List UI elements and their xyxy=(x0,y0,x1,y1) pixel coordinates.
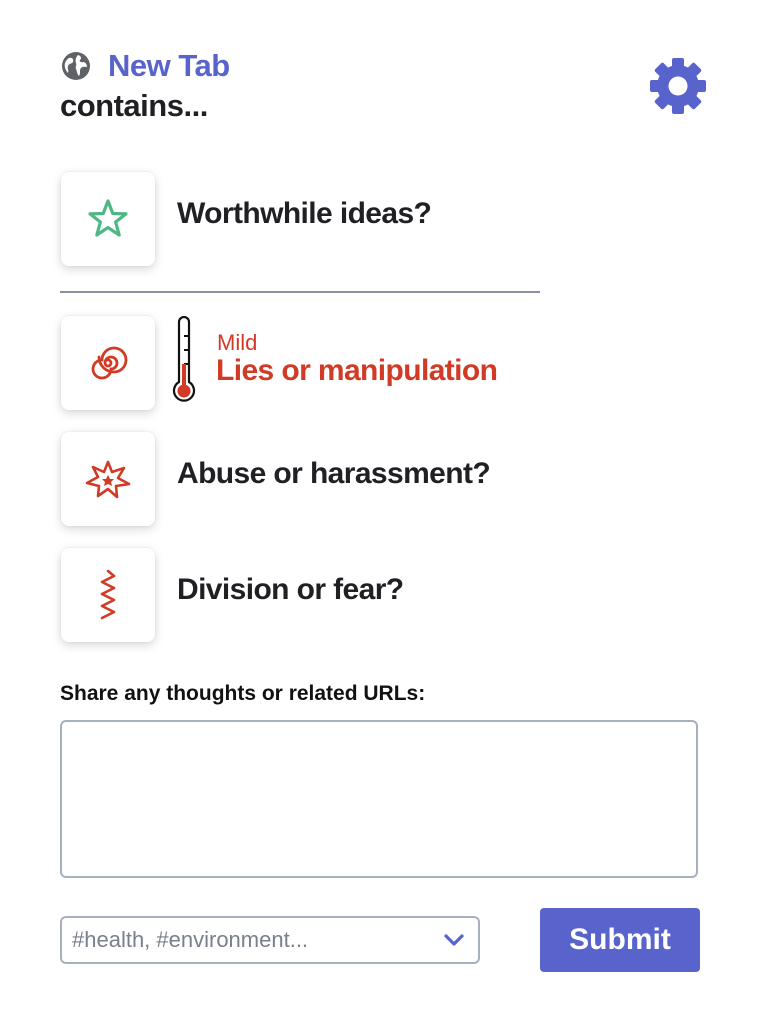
spiral-icon xyxy=(91,346,128,380)
share-label: Share any thoughts or related URLs: xyxy=(60,682,426,705)
chevron-down-icon xyxy=(444,934,464,946)
gear-icon[interactable] xyxy=(648,56,708,116)
lies-label: Lies or manipulation xyxy=(216,354,498,387)
worthwhile-toggle[interactable] xyxy=(61,172,155,266)
tags-select[interactable]: #health, #environment... xyxy=(60,916,480,964)
site-row: New Tab xyxy=(60,48,230,84)
globe-icon xyxy=(62,52,90,80)
tab-title: New Tab xyxy=(108,48,230,83)
abuse-toggle[interactable] xyxy=(61,432,155,526)
contains-label: contains... xyxy=(60,88,208,123)
star-icon xyxy=(88,199,128,237)
abuse-label: Abuse or harassment? xyxy=(177,457,491,490)
lies-toggle[interactable] xyxy=(61,316,155,410)
tags-placeholder: #health, #environment... xyxy=(72,927,309,952)
thermometer-icon xyxy=(172,316,196,402)
zigzag-icon xyxy=(100,569,116,620)
severity-level: Mild xyxy=(217,330,258,355)
burst-icon xyxy=(85,460,131,499)
thoughts-textarea[interactable] xyxy=(60,720,698,878)
division-toggle[interactable] xyxy=(61,548,155,642)
worthwhile-label: Worthwhile ideas? xyxy=(177,197,432,230)
division-label: Division or fear? xyxy=(177,573,404,606)
submit-button[interactable]: Submit xyxy=(540,908,700,972)
header: New Tab contains... xyxy=(60,48,230,124)
divider xyxy=(60,291,540,293)
